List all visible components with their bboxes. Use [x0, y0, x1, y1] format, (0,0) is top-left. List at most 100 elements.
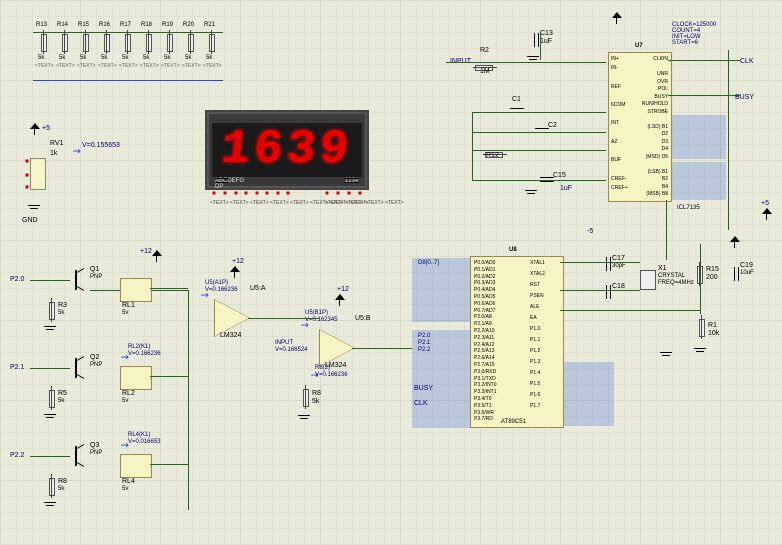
res-R8 — [46, 474, 56, 498]
x1-name: X1 — [658, 265, 667, 272]
adc-lpin-0: IN+ — [611, 56, 619, 62]
mcu-lpin-17: P3.1/TXD — [474, 376, 496, 382]
bjt-Q1 — [70, 270, 86, 290]
mcu-clk: CLK — [414, 400, 428, 407]
RL2-n: RL2 — [122, 390, 135, 397]
adc-rpin-6: RUN/HOLD — [636, 101, 668, 107]
res-R15 — [80, 30, 90, 54]
mcu-bus-lbl: D8[0..7] — [418, 260, 439, 266]
RL1-n: RL1 — [122, 302, 135, 309]
mcu-lpin-8: P2.0/A8 — [474, 314, 492, 320]
res-R18 — [143, 30, 153, 54]
res-R5 — [46, 386, 56, 410]
adc-bus-d — [672, 115, 726, 159]
mcu-lpin-12: P2.4/A12 — [474, 342, 495, 348]
res-R21-val: 5k — [206, 55, 212, 61]
adc-bus-b — [672, 162, 726, 200]
minus5-lbl: -5 — [587, 228, 593, 235]
res-R14-name: R14 — [57, 22, 68, 28]
res-R21 — [206, 30, 216, 54]
mcu-rpin-5: EA — [530, 315, 537, 321]
gnd-label: GND — [22, 217, 38, 224]
res-R14-val: 5k — [59, 55, 65, 61]
adc-part: ICL7135 — [677, 205, 700, 211]
adc-rpin-0: CLKIN — [636, 56, 668, 62]
u5a-name: U5:A — [250, 285, 266, 292]
mcu-lpin-19: P3.3/INT1 — [474, 389, 497, 395]
mcu-lpin-3: P0.3/AD3 — [474, 280, 495, 286]
Q2-name: Q2 — [90, 354, 99, 361]
probe-RL4-v: V=0.016653 — [128, 439, 161, 445]
adc-lpin-11: BUF — [611, 157, 621, 163]
res-R3 — [46, 298, 56, 322]
adc-lpin-9: AZ — [611, 139, 617, 145]
rv1-probe-v: V=0.155653 — [82, 142, 120, 149]
mcu-lpin-2: P0.2/AD2 — [474, 274, 495, 280]
res-R18-val: 5k — [143, 55, 149, 61]
gnd-c13 — [527, 56, 539, 66]
res-R17-name: R17 — [120, 22, 131, 28]
adc-rpin-13: (MSD) D5 — [636, 154, 668, 160]
res-R18-name: R18 — [141, 22, 152, 28]
mcu-bus-p0 — [412, 258, 470, 322]
adc-clk: CLK — [740, 58, 754, 65]
mcu-lpin-9: P2.1/A9 — [474, 321, 492, 327]
opamp-u5a — [215, 300, 249, 336]
mcu-lpin-18: P3.2/INT0 — [474, 382, 497, 388]
seg-pin-row-a — [210, 188, 298, 198]
RL4-v: 5v — [122, 486, 128, 492]
vcc-5v-x — [730, 238, 740, 248]
display-value: 1639 — [219, 123, 356, 177]
mcu-rpin-4: ALE — [530, 304, 539, 310]
Q2-type: PNP — [90, 362, 102, 368]
adc-rpin-5: BUSY — [636, 94, 668, 100]
rv1-probe: ↗ — [69, 145, 83, 159]
adc-rpin-17: B4 — [636, 184, 668, 190]
mcu-busy: BUSY — [414, 385, 433, 392]
vcc-opamp2 — [335, 296, 345, 306]
mcu-lpin-10: P2.2/A10 — [474, 328, 495, 334]
Q1-name: Q1 — [90, 266, 99, 273]
res-R19-name: R19 — [162, 22, 173, 28]
adc-rpin-12: D4 — [636, 146, 668, 152]
x1-val: CRYSTAL — [658, 273, 685, 279]
r8 — [300, 385, 310, 409]
c13-name: C13 — [540, 30, 553, 37]
seven-segment-display: 1639 ABCDEFG DP 1234 — [205, 110, 369, 190]
c15-val: 1uF — [560, 185, 572, 192]
u5b-p-n: U5(B1P) — [305, 310, 328, 316]
mcu-rpin-7: P1.1 — [530, 337, 540, 343]
mcu-rpin-12: P1.6 — [530, 392, 540, 398]
adc-rpin-9: (LSD) B1 — [636, 124, 668, 130]
relay-RL4 — [120, 454, 152, 478]
r1-val: 10k — [708, 330, 719, 337]
mcu-lpin-20: P3.4/T0 — [474, 396, 492, 402]
Q1-type: PNP — [90, 274, 102, 280]
gnd-r8 — [298, 415, 310, 425]
mcu-p21: P2.1 — [418, 340, 430, 346]
mcu-bus-p1 — [564, 362, 614, 426]
res-R16 — [101, 30, 111, 54]
mcu-rpin-8: P1.2 — [530, 348, 540, 354]
rv1-val: 1k — [50, 150, 57, 157]
seg-pin-row-b — [323, 188, 367, 198]
mcu-lpin-0: P0.0/AD0 — [474, 260, 495, 266]
RL4-n: RL4 — [122, 478, 135, 485]
gnd-Q3 — [44, 502, 56, 512]
vcc-5v-1: +5 — [42, 125, 50, 132]
vcc-opamp — [230, 268, 240, 278]
mcu-rpin-13: P1.7 — [530, 403, 540, 409]
port-P2.2: P2.2 — [10, 452, 24, 459]
mcu-lpin-15: P2.7/A15 — [474, 362, 495, 368]
res-R21-t: <TEXT> — [203, 63, 222, 69]
adc-lpin-5: 6COM — [611, 102, 625, 108]
adc-rpin-10: D2 — [636, 131, 668, 137]
mcu-lpin-6: P0.6/AD6 — [474, 301, 495, 307]
res-R20-val: 5k — [185, 55, 191, 61]
mcu-ref: U8 — [509, 247, 517, 253]
res-R17 — [122, 30, 132, 54]
r15b-val: 200 — [706, 274, 718, 281]
adc-lpin-1: IN- — [611, 65, 618, 71]
r8-val: 5k — [312, 398, 319, 405]
r12-name: R12 — [486, 152, 499, 159]
